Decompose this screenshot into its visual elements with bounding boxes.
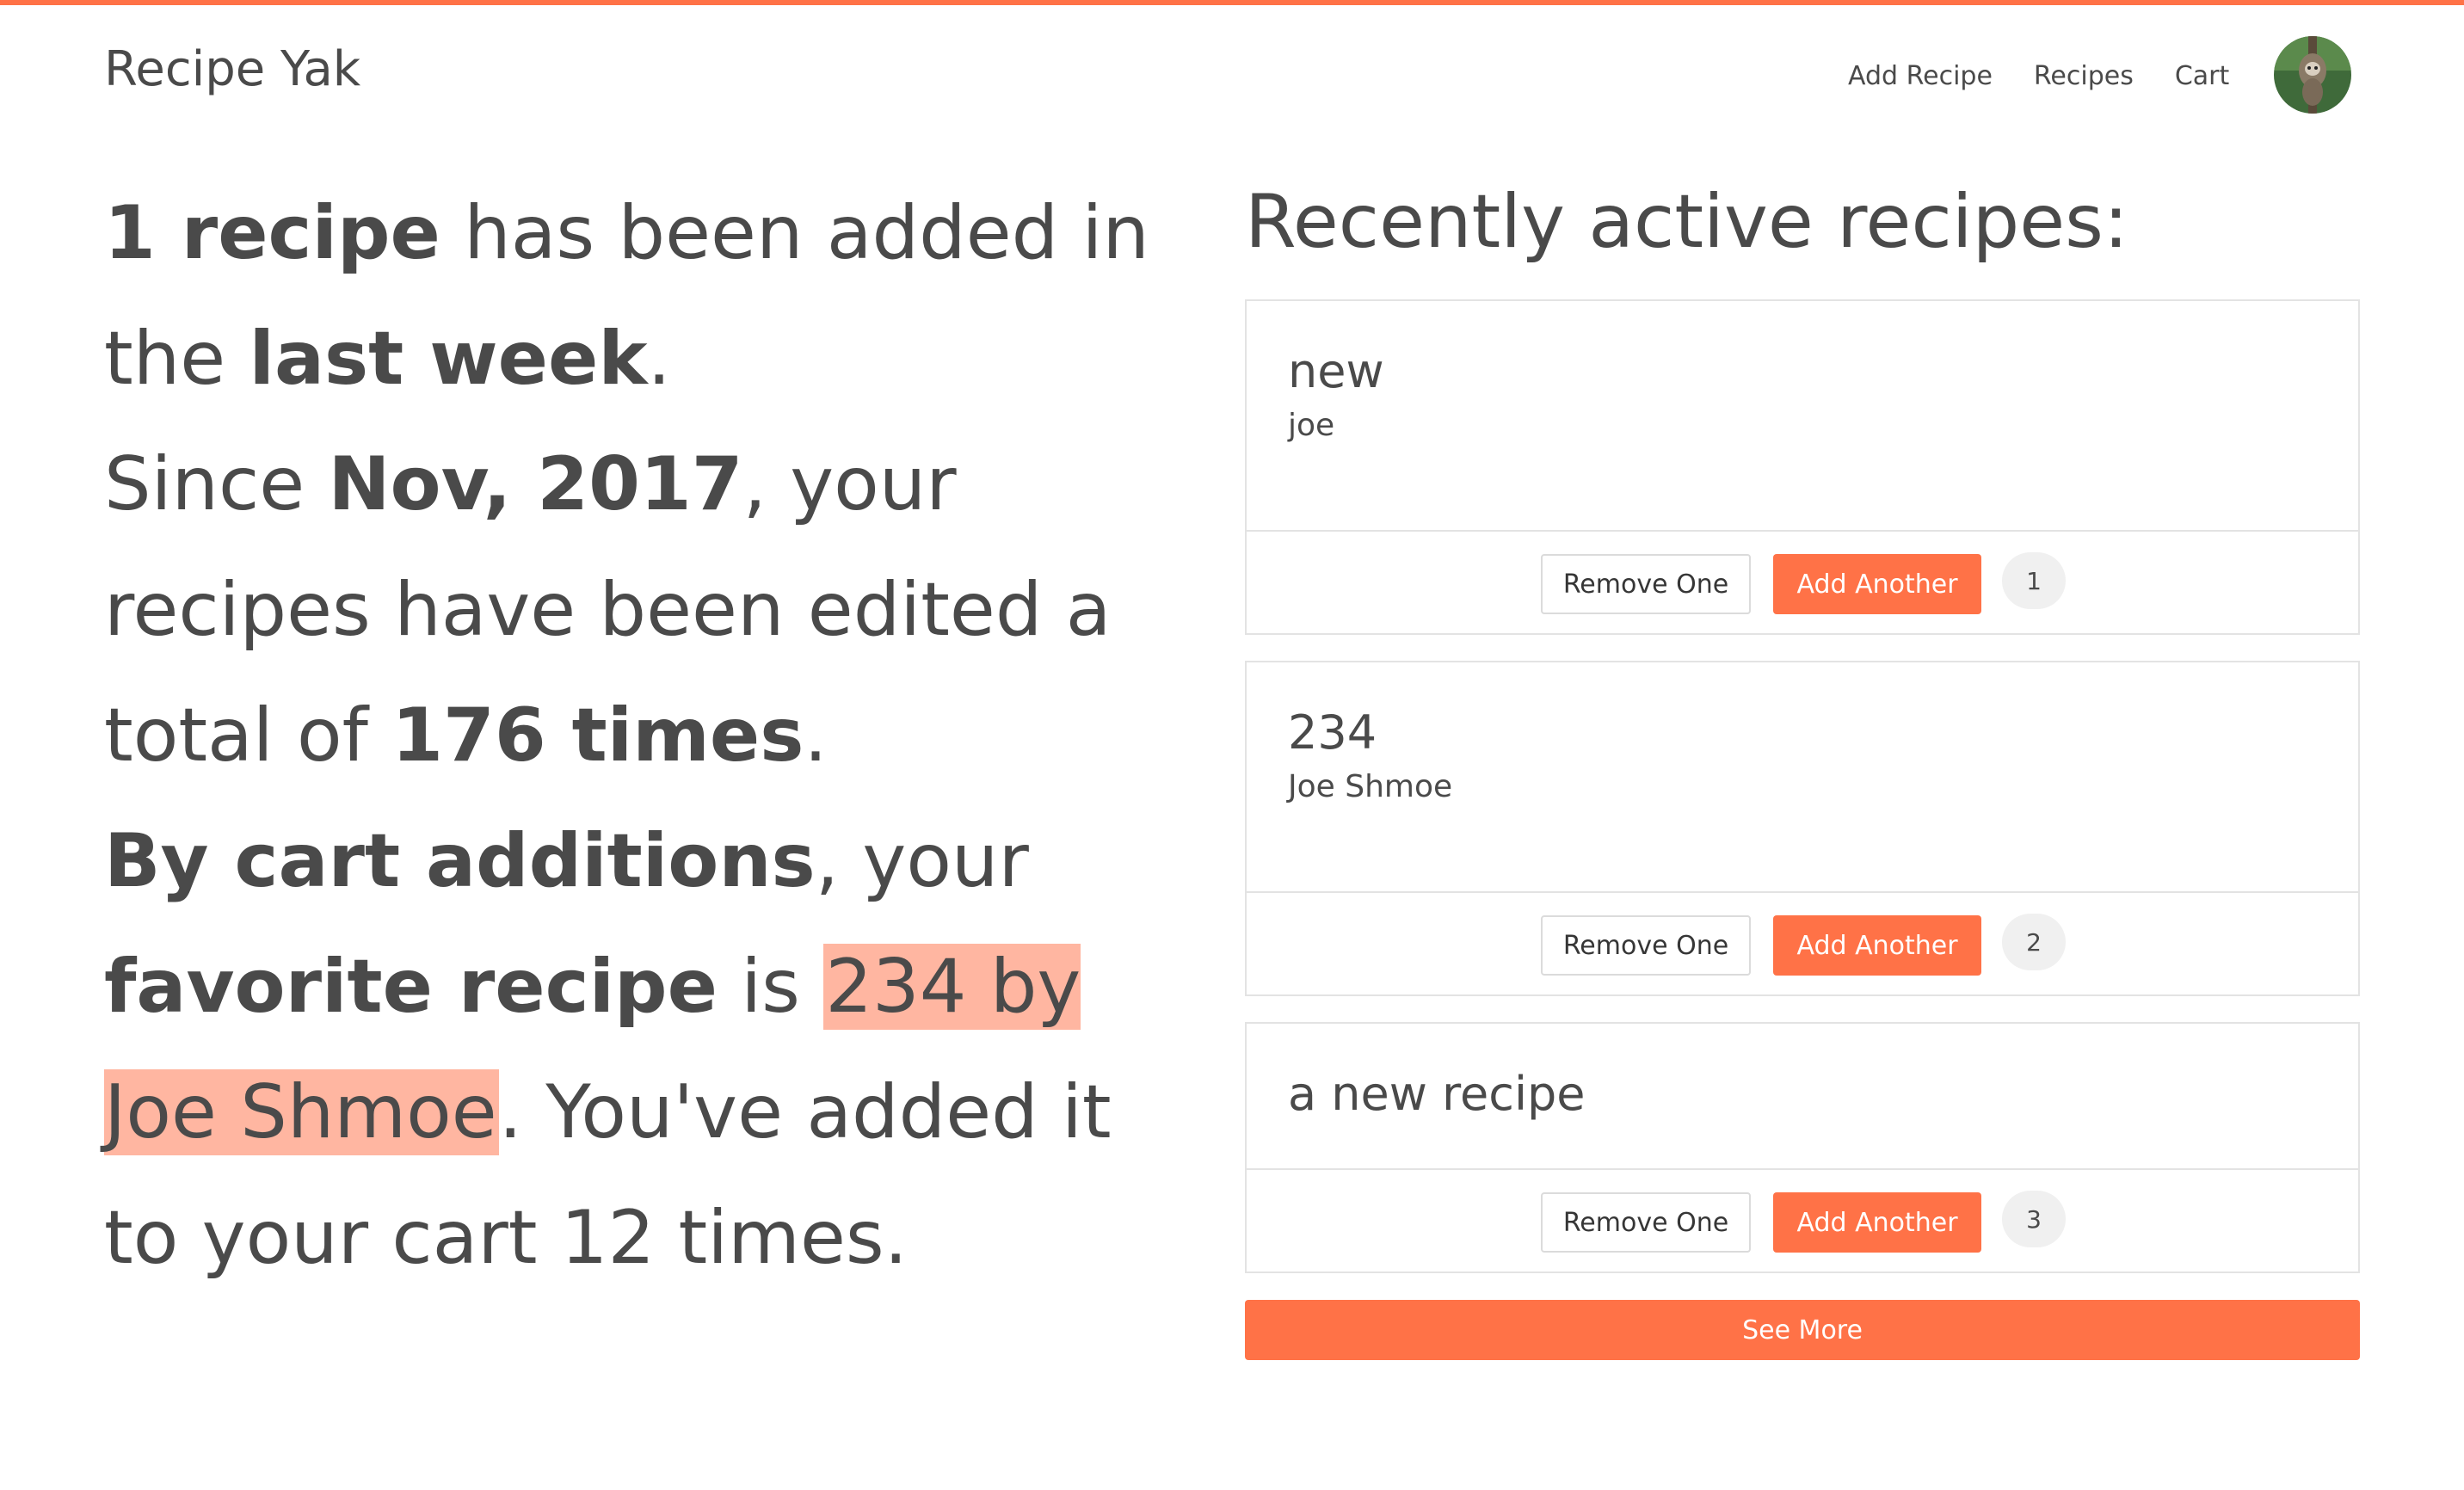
recipe-author: joe bbox=[1288, 408, 1335, 443]
user-avatar[interactable] bbox=[2274, 36, 2351, 114]
avatar-image bbox=[2274, 36, 2351, 114]
period-label: last week bbox=[249, 316, 648, 402]
recipe-count: 1 recipe bbox=[104, 190, 440, 276]
recipe-card-footer: Remove One Add Another 3 bbox=[1247, 1170, 2358, 1271]
stats-text: . bbox=[804, 693, 828, 779]
recipe-name-link[interactable]: 234 bbox=[1288, 705, 1377, 760]
add-another-button[interactable]: Add Another bbox=[1773, 1192, 1981, 1253]
recipe-card-body: 234 Joe Shmoe bbox=[1247, 662, 2358, 893]
stats-favorite-recipe: By cart additions, your favorite recipe … bbox=[104, 798, 1188, 1301]
by-cart-label: By cart additions bbox=[104, 818, 816, 904]
see-more-button[interactable]: See More bbox=[1245, 1300, 2360, 1360]
recipe-card: a new recipe Remove One Add Another 3 bbox=[1245, 1022, 2360, 1273]
remove-one-button[interactable]: Remove One bbox=[1541, 915, 1751, 976]
since-date: Nov, 2017 bbox=[328, 441, 743, 527]
add-another-button[interactable]: Add Another bbox=[1773, 915, 1981, 976]
remove-one-button[interactable]: Remove One bbox=[1541, 554, 1751, 614]
top-accent-bar bbox=[0, 0, 2464, 5]
stats-recent-additions: 1 recipe has been added in the last week… bbox=[104, 170, 1188, 422]
nav-add-recipe[interactable]: Add Recipe bbox=[1848, 61, 1993, 91]
main-nav: Add Recipe Recipes Cart bbox=[1848, 55, 2229, 96]
add-another-button[interactable]: Add Another bbox=[1773, 554, 1981, 614]
stats-text: , your bbox=[815, 818, 1029, 904]
recipe-card: new joe Remove One Add Another 1 bbox=[1245, 299, 2360, 635]
cart-count-badge: 2 bbox=[2002, 914, 2066, 970]
recipe-card-body: new joe bbox=[1247, 301, 2358, 532]
stats-text: . bbox=[647, 316, 671, 402]
nav-cart[interactable]: Cart bbox=[2175, 61, 2229, 91]
recipe-card: 234 Joe Shmoe Remove One Add Another 2 bbox=[1245, 661, 2360, 996]
recipe-card-footer: Remove One Add Another 1 bbox=[1247, 532, 2358, 633]
stats-summary: 1 recipe has been added in the last week… bbox=[104, 170, 1188, 1301]
recipe-name-link[interactable]: a new recipe bbox=[1288, 1067, 1585, 1121]
cart-count-badge: 3 bbox=[2002, 1191, 2066, 1247]
recipe-name-link[interactable]: new bbox=[1288, 344, 1384, 398]
stats-text: Since bbox=[104, 441, 329, 527]
recent-recipes-heading: Recently active recipes: bbox=[1245, 179, 2128, 265]
recipe-card-body: a new recipe bbox=[1247, 1024, 2358, 1170]
edit-count: 176 times bbox=[391, 693, 804, 779]
recipe-card-footer: Remove One Add Another 2 bbox=[1247, 893, 2358, 994]
brand-logo-link[interactable]: Recipe Yak bbox=[104, 41, 360, 97]
stats-text: is bbox=[717, 944, 824, 1030]
cart-count-badge: 1 bbox=[2002, 552, 2066, 609]
nav-recipes[interactable]: Recipes bbox=[2034, 61, 2134, 91]
stats-edit-total: Since Nov, 2017, your recipes have been … bbox=[104, 422, 1188, 798]
remove-one-button[interactable]: Remove One bbox=[1541, 1192, 1751, 1253]
favorite-label: favorite recipe bbox=[104, 944, 718, 1030]
recipe-author: Joe Shmoe bbox=[1288, 769, 1453, 804]
